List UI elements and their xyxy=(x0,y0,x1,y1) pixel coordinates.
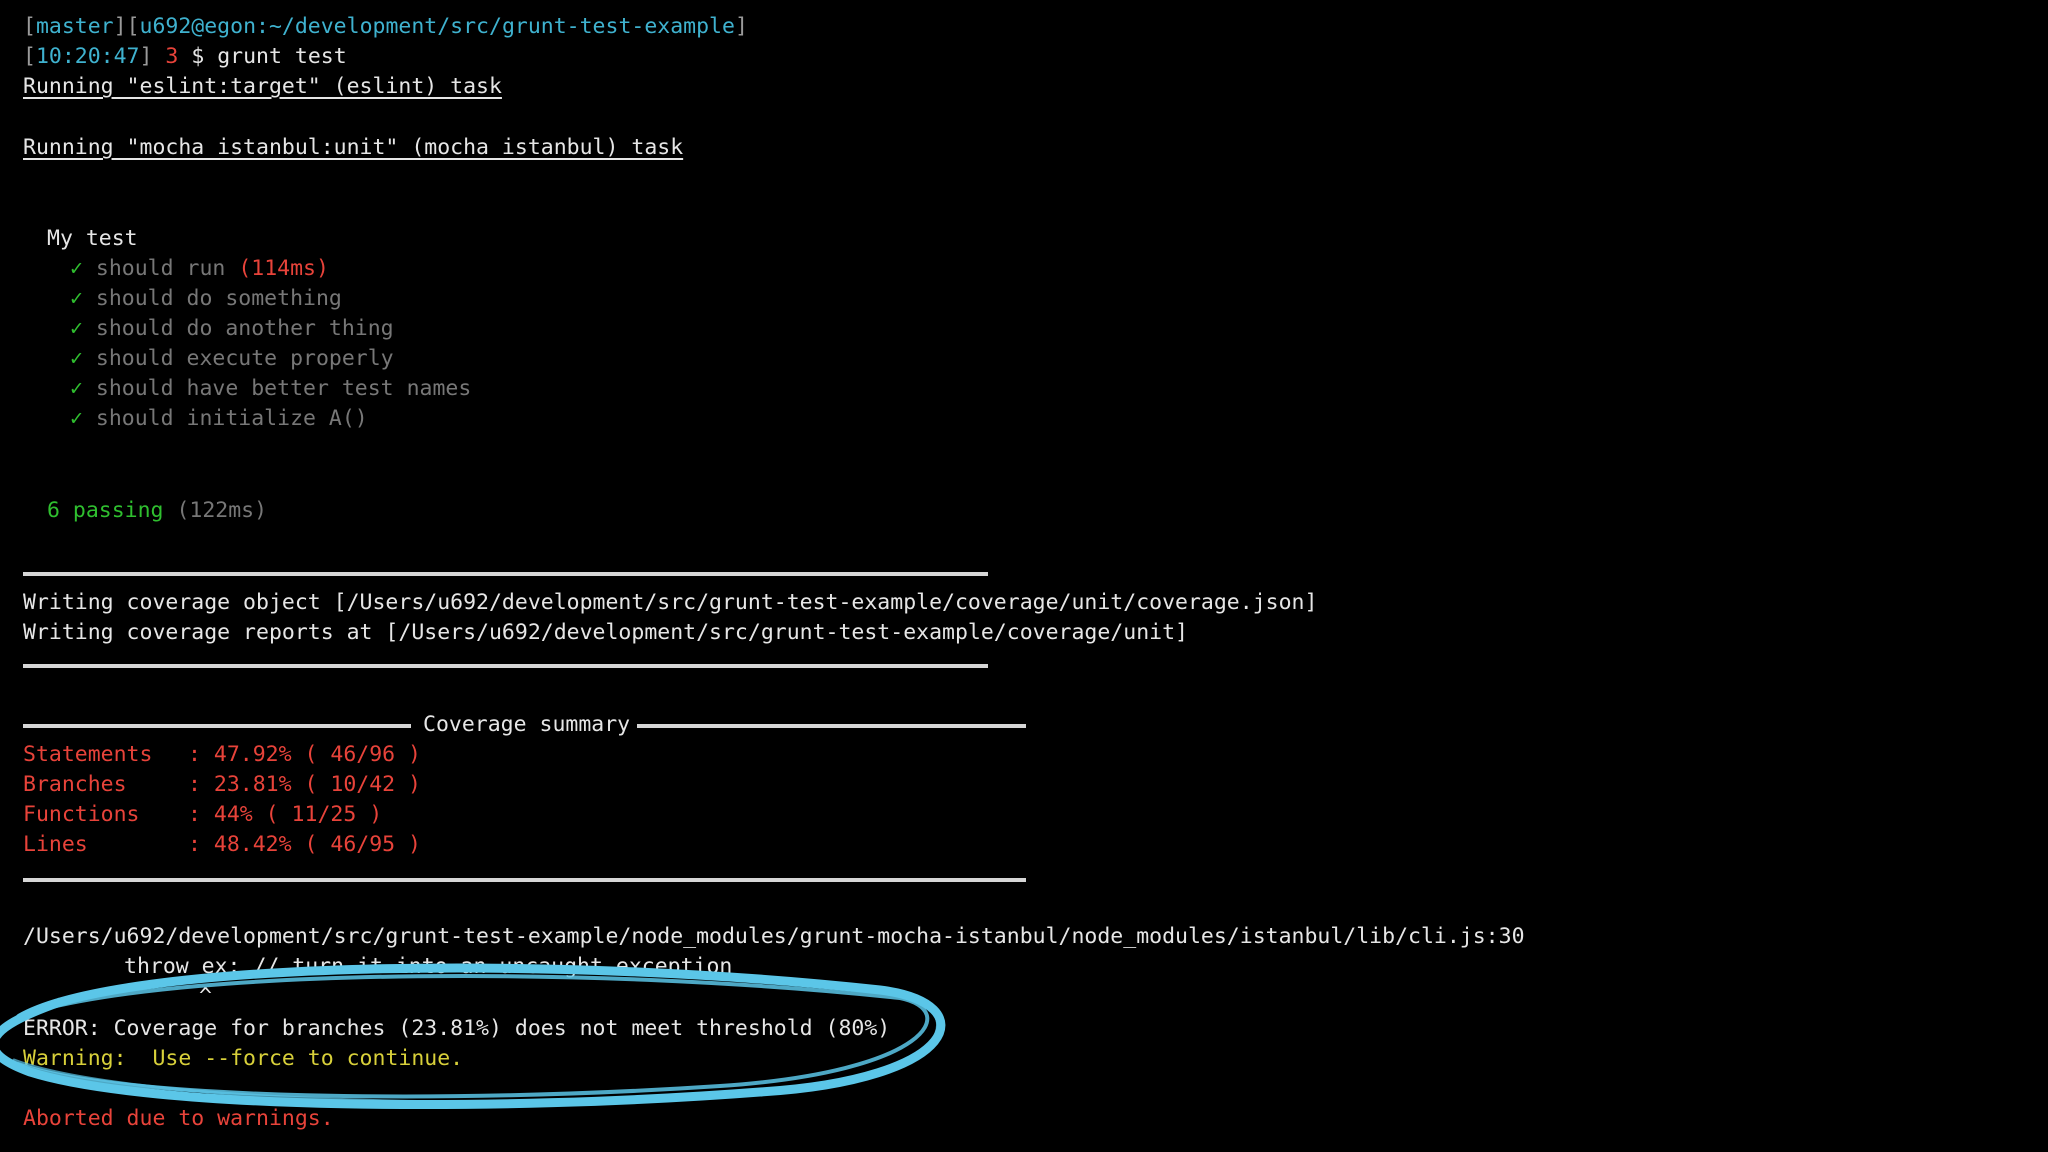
user-host-path: u692@egon:~/development/src/grunt-test-e… xyxy=(139,14,735,39)
prompt-command-line: [10:20:47] 3 $ grunt test xyxy=(23,44,347,69)
trace-code: throw ex; // turn it into an uncaught ex… xyxy=(124,954,733,979)
separator xyxy=(23,876,1026,884)
warning-label: Warning: xyxy=(23,1046,127,1071)
coverage-reports-line: Writing coverage reports at [/Users/u692… xyxy=(23,620,1188,645)
coverage-row-statements: Statements: 47.92% ( 46/96 ) xyxy=(23,742,421,767)
coverage-row-functions: Functions: 44% ( 11/25 ) xyxy=(23,802,383,827)
separator xyxy=(23,570,988,578)
git-branch: master xyxy=(35,14,114,39)
trace-path: /Users/u692/development/src/grunt-test-e… xyxy=(23,924,1525,949)
coverage-row-lines: Lines: 48.42% ( 46/95 ) xyxy=(23,832,421,857)
test-item: ✓ should run (114ms) xyxy=(70,256,329,281)
bracket: ][ xyxy=(113,14,140,39)
aborted-line: Aborted due to warnings. xyxy=(23,1106,334,1131)
bracket: ] xyxy=(734,14,748,39)
test-item: ✓ should execute properly xyxy=(70,346,394,371)
task-eslint: Running "eslint:target" (eslint) task xyxy=(23,74,502,99)
check-icon: ✓ xyxy=(70,376,83,401)
task-mocha: Running "mocha_istanbul:unit" (mocha_ist… xyxy=(23,135,684,160)
test-item: ✓ should initialize A() xyxy=(70,406,368,431)
coverage-row-branches: Branches: 23.81% ( 10/42 ) xyxy=(23,772,421,797)
check-icon: ✓ xyxy=(70,346,83,371)
prompt-time: 10:20:47 xyxy=(35,44,140,69)
separator xyxy=(23,722,411,730)
check-icon: ✓ xyxy=(70,316,83,341)
check-icon: ✓ xyxy=(70,406,83,431)
warning-text: Use --force to continue. xyxy=(152,1046,464,1071)
separator xyxy=(23,662,988,670)
terminal-window[interactable]: [master][u692@egon:~/development/src/gru… xyxy=(0,0,2048,1152)
suite-title: My test xyxy=(47,226,138,251)
coverage-object-line: Writing coverage object [/Users/u692/dev… xyxy=(23,590,1318,615)
test-duration: (114ms) xyxy=(238,256,329,281)
check-icon: ✓ xyxy=(70,256,83,281)
bracket: [ xyxy=(23,14,36,39)
prompt-count: 3 xyxy=(165,44,179,69)
separator xyxy=(637,722,1026,730)
command-text: $ grunt test xyxy=(191,44,347,69)
warning-line: Warning: Use --force to continue. xyxy=(23,1044,463,1074)
prompt-path-line: [master][u692@egon:~/development/src/gru… xyxy=(23,12,748,42)
test-item: ✓ should do something xyxy=(70,286,342,311)
test-item: ✓ should have better test names xyxy=(70,376,472,401)
passing-summary: 6 passing (122ms) xyxy=(47,498,268,523)
error-line: ERROR: Coverage for branches (23.81%) do… xyxy=(23,1016,891,1041)
coverage-summary-title: Coverage summary xyxy=(423,712,631,737)
check-icon: ✓ xyxy=(70,286,83,311)
test-item: ✓ should do another thing xyxy=(70,316,394,341)
trace-caret: ^ xyxy=(199,984,212,1009)
